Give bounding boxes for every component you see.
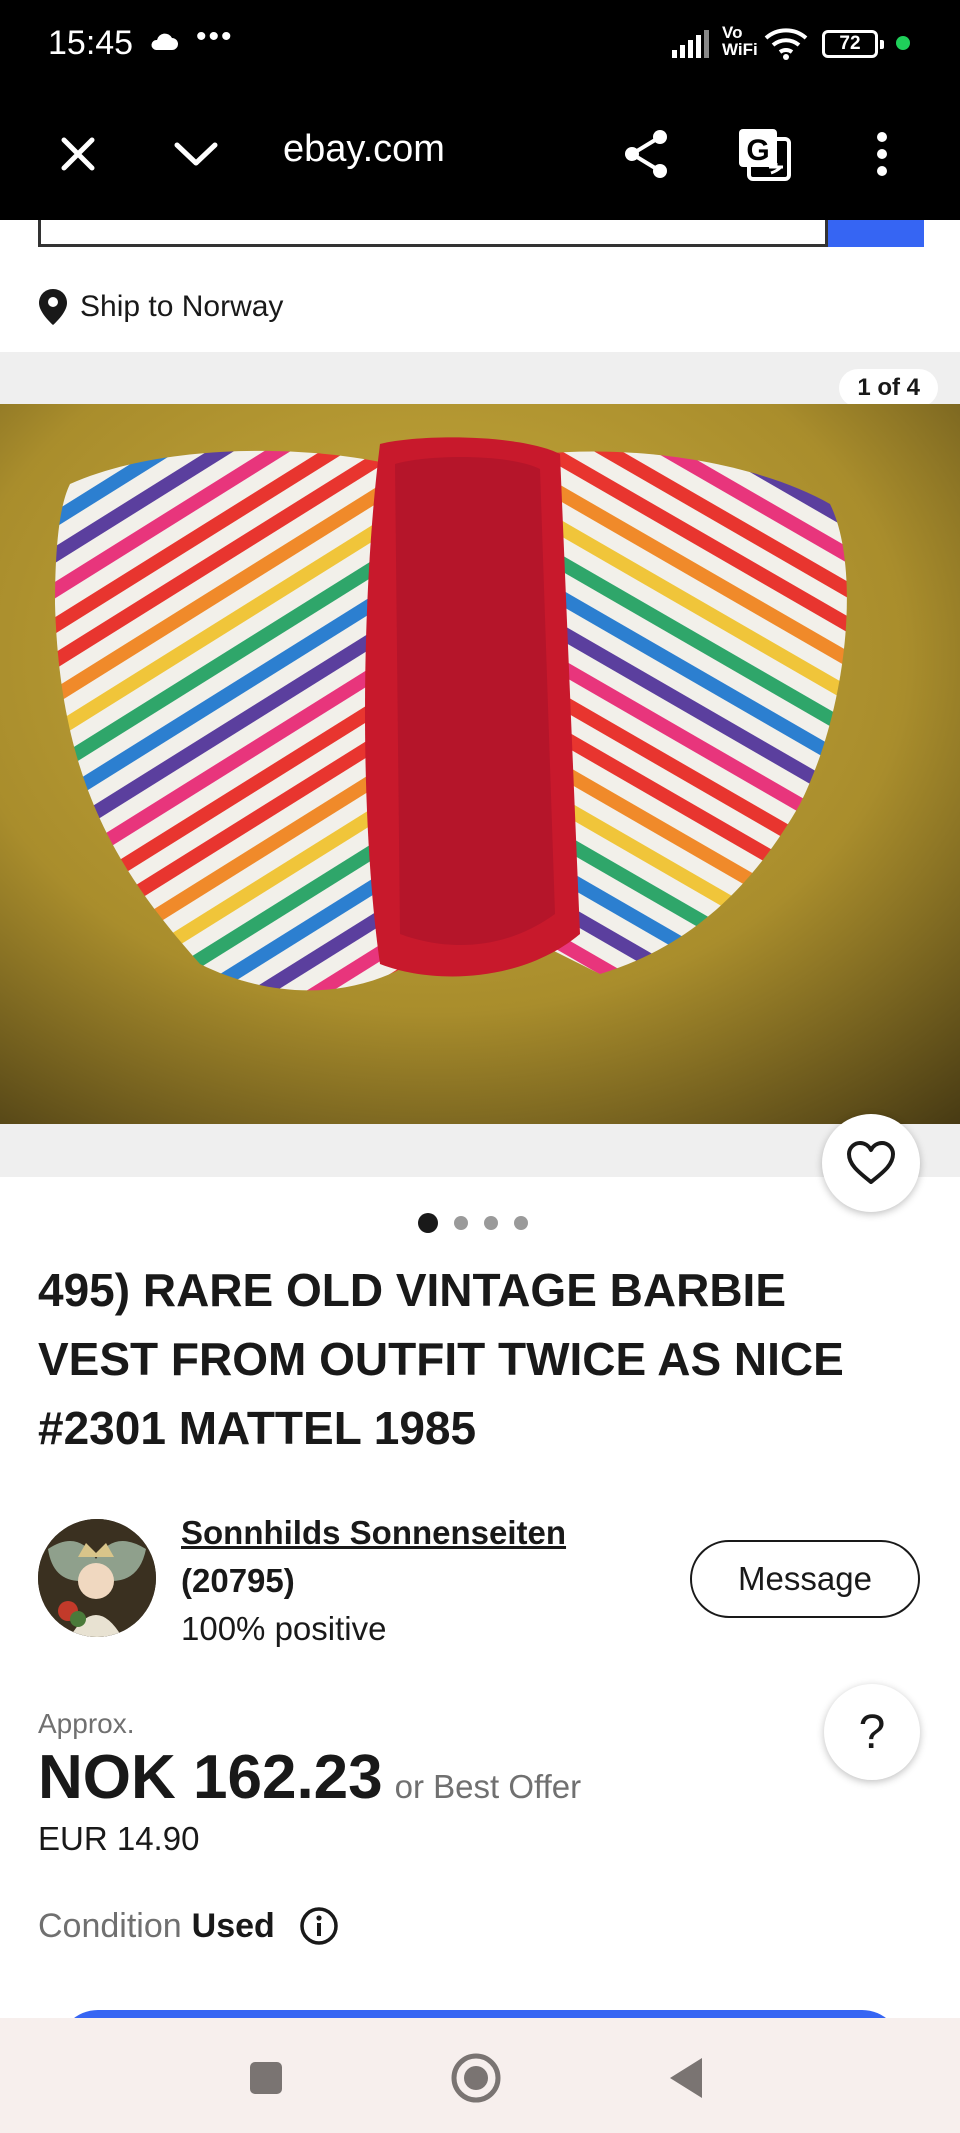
approx-label: Approx. — [38, 1708, 135, 1739]
pagination-dot[interactable] — [454, 1216, 468, 1230]
price-amount: NOK 162.23 — [38, 1743, 383, 1812]
browser-toolbar: ebay.com G — [0, 90, 960, 220]
privacy-indicator-dot — [896, 36, 910, 50]
seller-feedback-count: (20795) — [181, 1562, 295, 1599]
best-offer-label: or Best Offer — [394, 1768, 582, 1805]
message-seller-button[interactable]: Message — [690, 1540, 920, 1618]
ship-to-location[interactable]: Ship to Norway — [38, 288, 283, 326]
listing-title: 495) RARE OLD VINTAGE BARBIE VEST FROM O… — [38, 1264, 844, 1454]
more-notifications-icon: ••• — [196, 20, 234, 53]
status-bar: 15:45 ••• Vo WiFi 72 — [0, 0, 960, 90]
recents-icon[interactable] — [236, 2048, 296, 2108]
info-icon[interactable] — [299, 1906, 339, 1946]
condition-value: Used — [191, 1906, 275, 1945]
condition-row: Condition Used — [38, 1906, 339, 1946]
vowifi-bottom: WiFi — [722, 40, 758, 59]
price-row: NOK 162.23 or Best Offer — [38, 1742, 581, 1813]
heart-icon — [847, 1141, 895, 1184]
add-to-watchlist-button[interactable] — [822, 1114, 920, 1212]
share-icon[interactable] — [612, 120, 680, 188]
pagination-dot[interactable] — [418, 1213, 438, 1233]
seller-name-link[interactable]: Sonnhilds Sonnenseiten — [181, 1514, 566, 1552]
image-counter: 1 of 4 — [839, 369, 938, 407]
seller-positive-rating: 100% positive — [181, 1610, 387, 1647]
ship-to-label: Ship to Norway — [80, 290, 284, 323]
address-bar-url[interactable]: ebay.com — [283, 128, 445, 171]
pagination-dot[interactable] — [484, 1216, 498, 1230]
pagination-dot[interactable] — [514, 1216, 528, 1230]
home-icon[interactable] — [446, 2048, 506, 2108]
close-icon[interactable] — [44, 120, 112, 188]
search-button[interactable] — [828, 220, 924, 247]
cloud-icon — [148, 32, 178, 57]
back-icon[interactable] — [656, 2048, 716, 2108]
seller-card: Sonnhilds Sonnenseiten (20795) 100% posi… — [38, 1514, 920, 1654]
image-gallery[interactable]: 1 of 4 — [0, 352, 960, 1177]
product-image[interactable] — [0, 404, 960, 1124]
chevron-down-icon[interactable] — [162, 120, 230, 188]
system-navigation-bar — [0, 2018, 960, 2133]
wifi-icon — [764, 26, 808, 65]
gallery-pagination — [418, 1213, 528, 1233]
search-input[interactable] — [38, 220, 828, 247]
original-price: EUR 14.90 — [38, 1820, 200, 1857]
help-button[interactable]: ? — [824, 1684, 920, 1780]
battery-indicator: 72 — [822, 30, 884, 58]
seller-avatar[interactable] — [38, 1519, 156, 1637]
signal-icon — [672, 30, 716, 63]
vowifi-indicator: Vo WiFi — [722, 24, 758, 58]
overflow-menu-icon[interactable] — [848, 120, 916, 188]
status-time: 15:45 — [48, 24, 134, 62]
svg-text:G: G — [746, 134, 769, 167]
location-pin-icon — [39, 289, 67, 325]
condition-label: Condition — [38, 1906, 182, 1945]
translate-icon[interactable]: G — [730, 120, 798, 188]
